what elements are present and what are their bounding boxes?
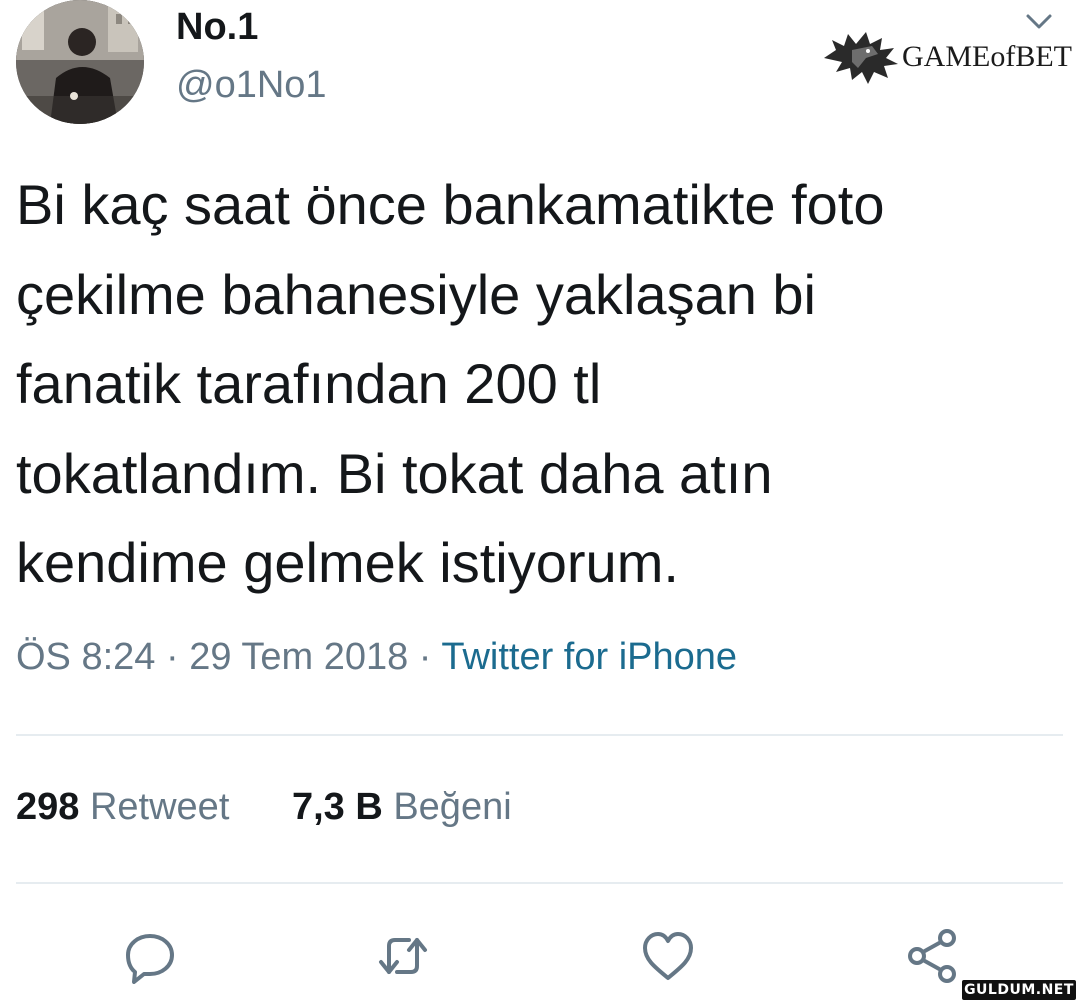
share-button[interactable]: [905, 928, 961, 984]
meta-separator: ·: [408, 636, 442, 678]
like-stat[interactable]: 7,3 B Beğeni: [292, 786, 512, 829]
tweet-line: kendime gelmek istiyorum.: [16, 531, 679, 594]
share-icon: [908, 929, 956, 983]
retweet-label: Retweet: [89, 786, 230, 828]
tweet-line: çekilme bahanesiyle yaklaşan bi: [16, 262, 816, 326]
tweet-meta: ÖS 8:24 · 29 Tem 2018 · Twitter for iPho…: [16, 636, 737, 679]
like-label: Beğeni: [393, 786, 512, 828]
brand-watermark-text: GAMEofBET: [902, 40, 1072, 73]
divider: [16, 882, 1063, 884]
retweet-icon: [379, 938, 427, 974]
tweet-line: fanatik tarafından 200 tl: [16, 352, 602, 415]
brand-watermark: GAMEofBET: [822, 28, 1074, 86]
tweet-stats: 298 Retweet 7,3 B Beğeni: [16, 786, 564, 829]
wolf-icon: [824, 32, 898, 84]
tweet-line: tokatlandım. Bi tokat daha atın: [16, 441, 773, 505]
avatar-photo: [16, 0, 144, 124]
tweet-line: Bi kaç saat önce bankamatikte foto: [16, 173, 885, 236]
retweet-count: 298: [16, 786, 80, 828]
divider: [16, 734, 1063, 736]
site-watermark: GULDUM.NET: [962, 980, 1076, 1000]
author-handle[interactable]: @o1No1: [176, 64, 327, 107]
reply-button[interactable]: [122, 928, 178, 984]
like-icon: [643, 932, 693, 980]
avatar[interactable]: [16, 0, 144, 124]
tweet-time[interactable]: ÖS 8:24: [16, 636, 155, 678]
tweet-date[interactable]: 29 Tem 2018: [189, 636, 408, 678]
like-button[interactable]: [640, 928, 696, 984]
tweet-text: Bi kaç saat önce bankamatikte foto çekil…: [16, 160, 1066, 608]
retweet-stat[interactable]: 298 Retweet: [16, 786, 229, 829]
meta-separator: ·: [155, 636, 190, 678]
author-name[interactable]: No.1: [176, 6, 258, 49]
tweet-source-link[interactable]: Twitter for iPhone: [441, 636, 737, 678]
like-count: 7,3 B: [291, 786, 383, 828]
reply-icon: [126, 934, 174, 984]
retweet-button[interactable]: [375, 928, 431, 984]
